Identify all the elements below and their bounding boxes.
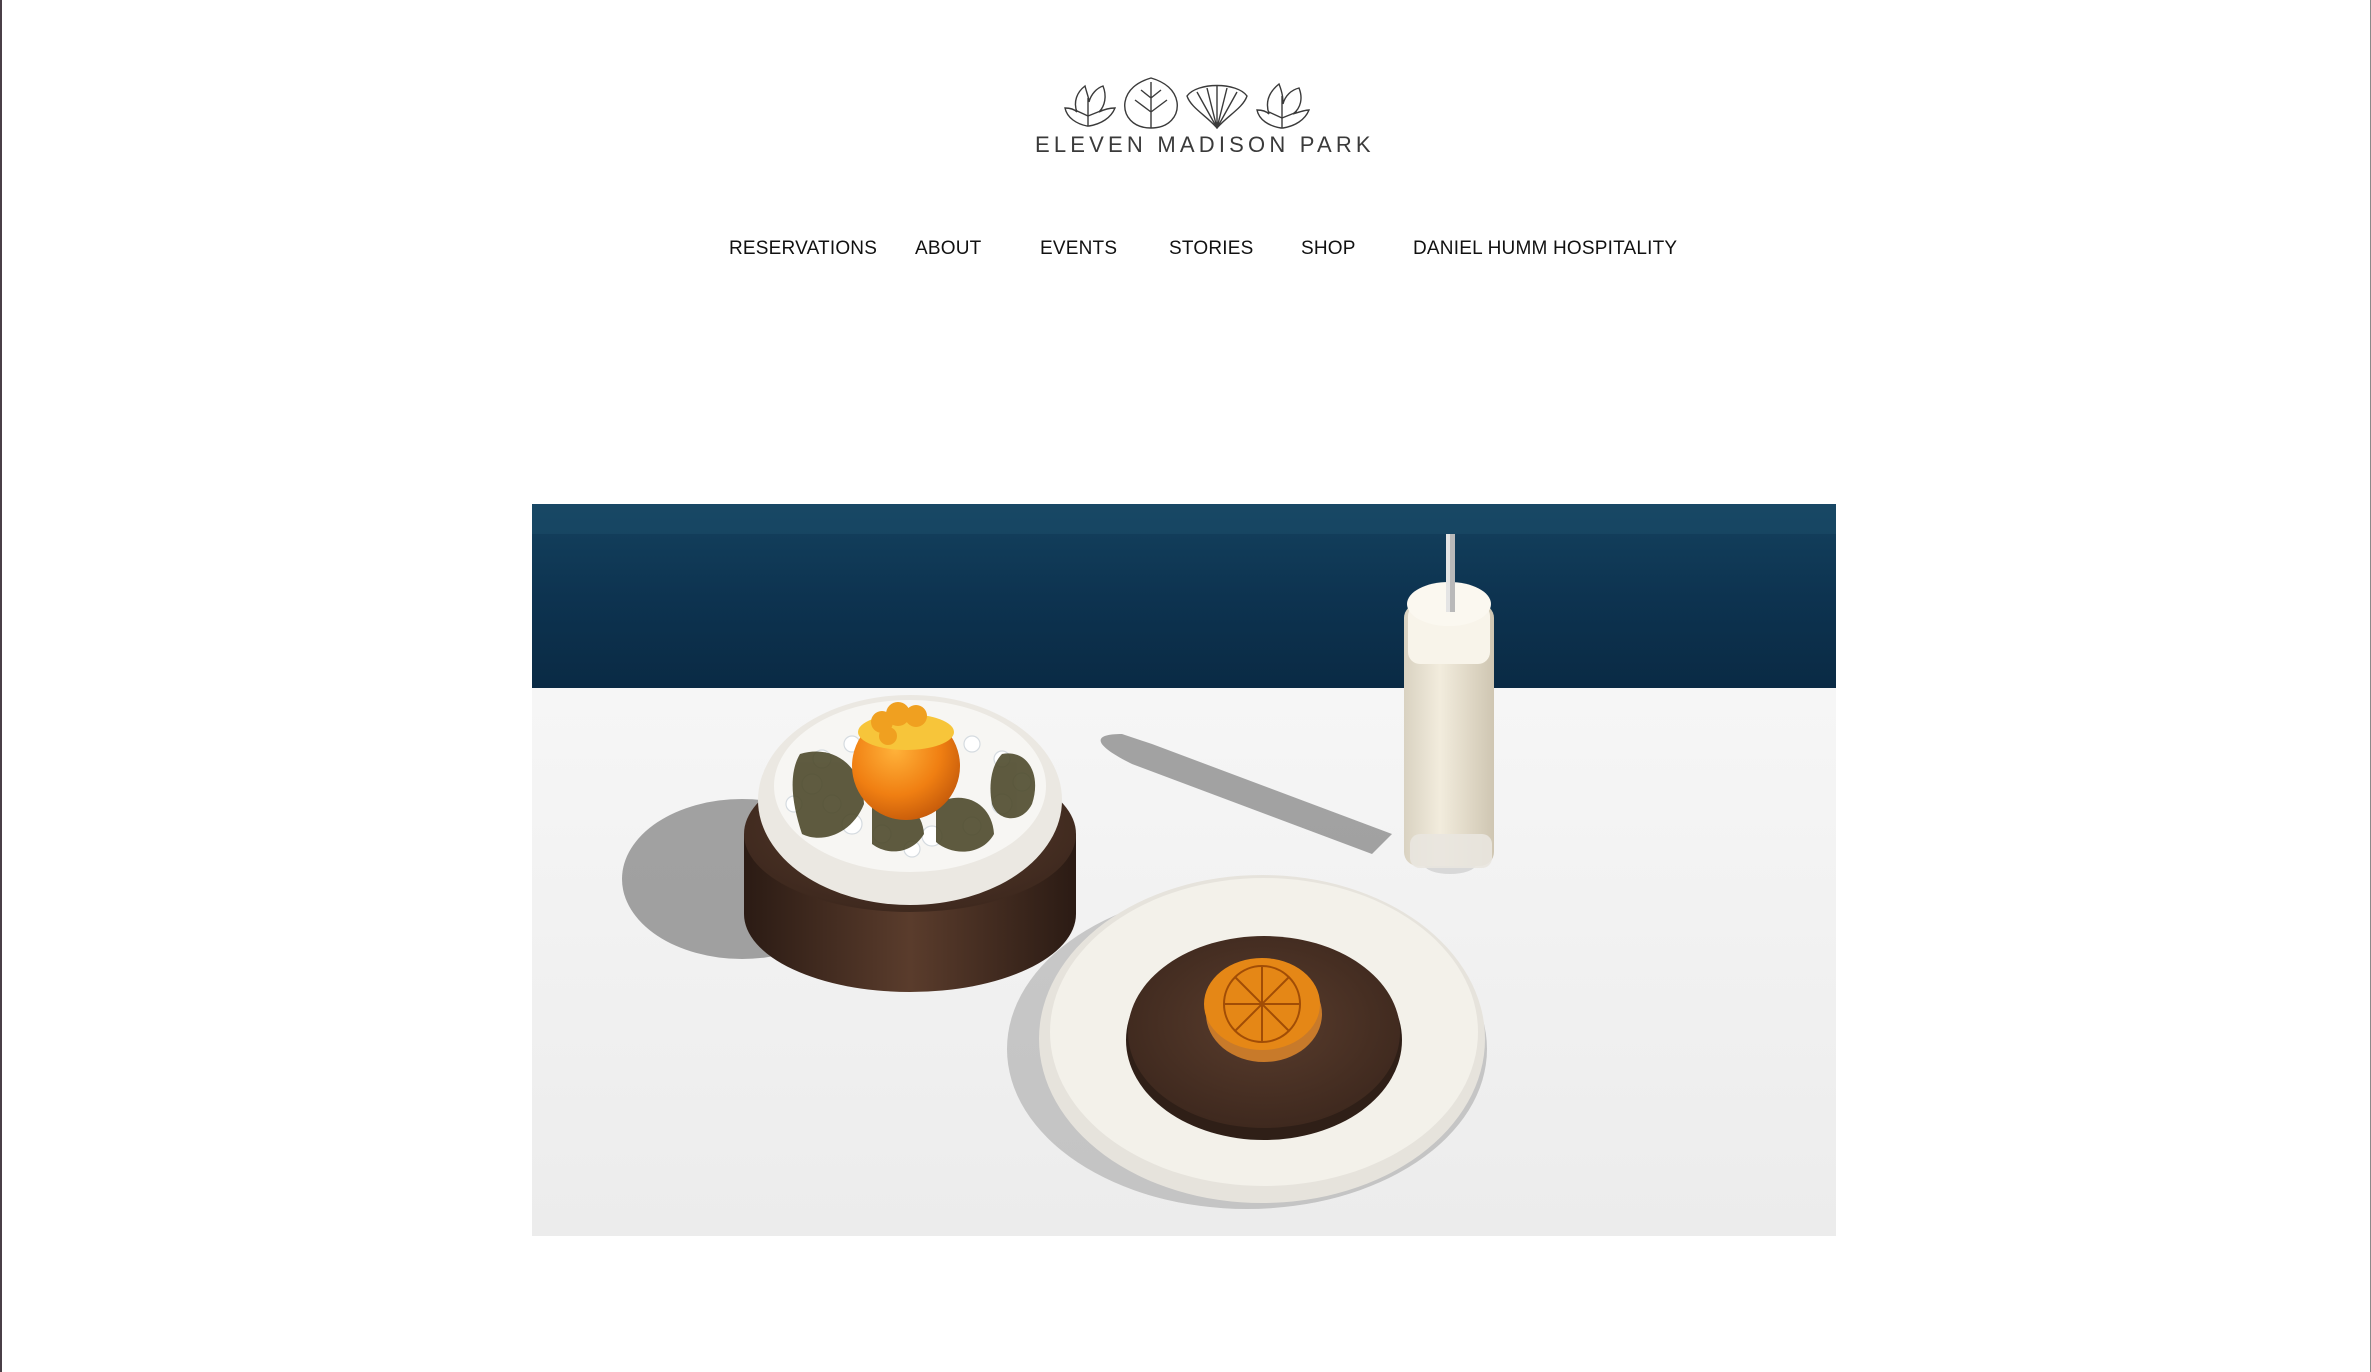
hero-illustration — [532, 504, 1836, 1236]
hero-food-photo — [532, 504, 1836, 1236]
nav-item-reservations[interactable]: RESERVATIONS — [729, 238, 877, 260]
main-navigation: RESERVATIONS ABOUT EVENTS STORIES SHOP D… — [0, 238, 2371, 268]
nav-item-events[interactable]: EVENTS — [1040, 238, 1117, 260]
site-logo[interactable]: ELEVEN MADISON PARK — [1035, 68, 1375, 168]
window-left-edge — [0, 0, 2, 1372]
four-leaf-mark-icon — [1064, 77, 1311, 130]
brand-wordmark: ELEVEN MADISON PARK — [1035, 132, 1375, 157]
nav-item-about[interactable]: ABOUT — [915, 238, 981, 260]
nav-item-stories[interactable]: STORIES — [1169, 238, 1253, 260]
nav-item-shop[interactable]: SHOP — [1301, 238, 1356, 260]
nav-item-daniel-humm-hospitality[interactable]: DANIEL HUMM HOSPITALITY — [1413, 238, 1677, 260]
